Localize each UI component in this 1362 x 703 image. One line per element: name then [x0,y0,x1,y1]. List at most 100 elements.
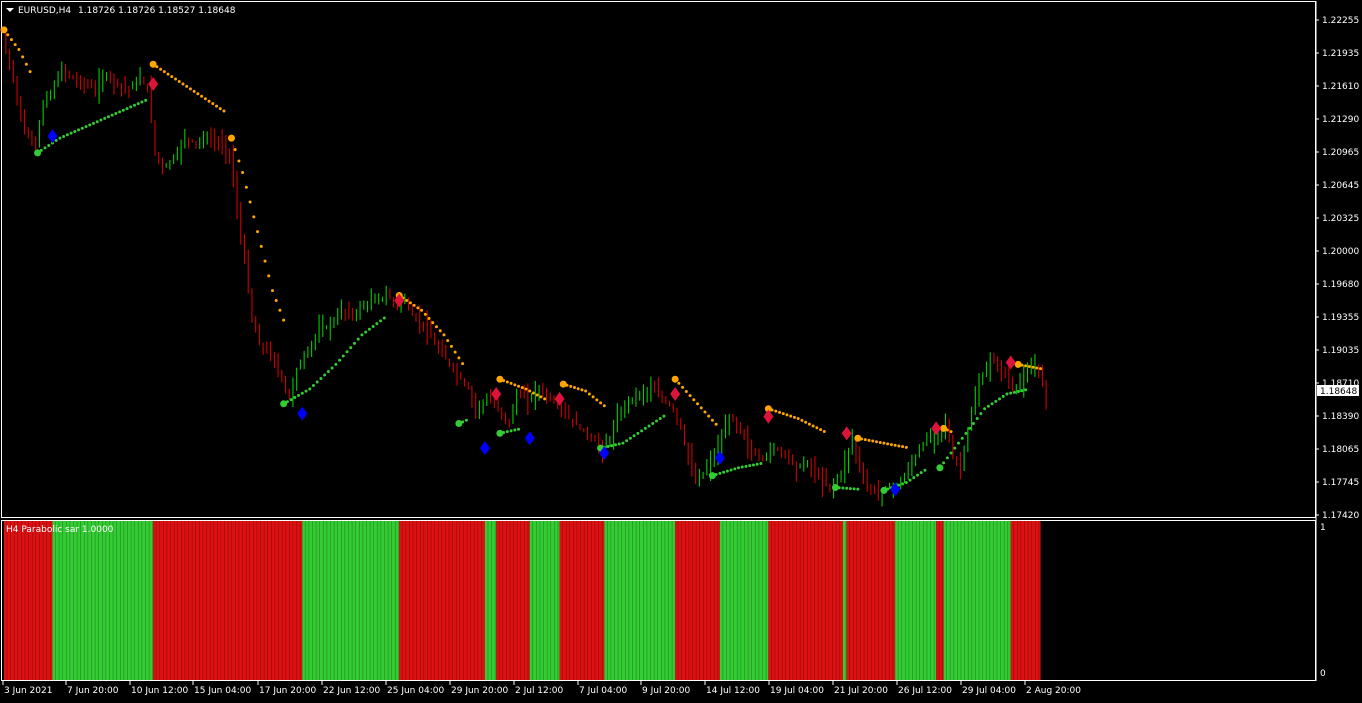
sar_down-dot [196,92,200,96]
sar_up-dot [983,407,987,411]
sar_down-dot [792,415,796,419]
x-tick-label: 10 Jun 12:00 [131,686,188,696]
sar_up-dot [912,476,916,480]
sar_up-dot [1005,392,1009,396]
x-tick-label: 9 Jul 20:00 [642,686,691,696]
sar_down-dot [703,410,707,414]
sar_down-dot [528,389,532,393]
sar_down-dot [457,356,461,360]
sar_up-dot [949,451,953,455]
sar_down-dot [796,417,800,421]
sar_down-dot [420,308,424,312]
y-tick-label: 1.17745 [1322,478,1359,488]
x-tick-label: 7 Jun 20:00 [67,686,119,696]
sar_down-dot [256,230,260,234]
x-tick-label: 2 Aug 20:00 [1026,686,1081,696]
sar_down-dot [811,424,815,428]
sar_up-dot [916,473,919,477]
sar_down-dot [416,306,420,310]
ohlc-values: 1.18726 1.18726 1.18527 1.18648 [78,6,236,16]
sell-signal-diamond [841,426,852,441]
sar_down-dot [159,67,163,71]
histogram-block-bull [719,521,769,680]
sar_down-dot [874,440,878,444]
sar_down-dot [203,97,207,101]
sar_down-dot [423,312,427,316]
sar_down-dot [17,48,21,52]
sar_down-dot [1016,362,1020,366]
sell-signal-diamond [1005,355,1016,370]
sar_down-dot [535,393,539,397]
sar_up-dot [975,417,979,421]
triangle-down-icon[interactable] [6,8,14,12]
sar_up-dot [994,399,998,403]
sar_down-dot [9,38,13,42]
sar_up-dot [725,469,729,473]
sar_down-dot [412,303,416,307]
sar_up-dot [833,485,837,489]
sar_up-dot [621,441,625,445]
histogram-block-bear [1010,521,1041,680]
sar_up-dot [364,330,368,334]
sar_down-dot [446,339,450,343]
sar_up-dot [1012,390,1016,394]
sar_up-dot [517,427,521,431]
histogram-block-bear [768,521,843,680]
sar_down-dot [714,422,718,426]
sar_down-dot [200,94,204,98]
sar_up-dot [282,402,286,406]
y-tick-label: 1.18390 [1322,412,1359,422]
sar_down-dot [1024,364,1028,368]
sar_down-dot [461,362,465,366]
sar_down-dot [282,318,286,322]
sar_up-dot [464,418,468,422]
sar_up-dot [919,471,923,475]
sar_down-dot [800,418,804,422]
sar_down-dot [789,414,793,418]
sar_down-dot [505,380,509,384]
sar_down-dot [274,298,278,302]
sar_up-dot [300,391,304,395]
indicator-scale-top: 1 [1320,523,1326,533]
sar_down-dot [155,65,159,69]
sar_down-dot [1039,367,1043,371]
sar_down-dot [1031,365,1035,369]
sar_up-dot [964,431,968,435]
sar_up-dot [65,133,69,137]
sar_up-dot [960,436,964,440]
sar_up-dot [957,441,961,445]
sar-histogram [4,521,1041,680]
buy-signal-diamond [297,406,308,421]
histogram-block-bull [895,521,937,680]
sar_up-dot [1001,394,1005,398]
sar_up-dot [43,146,47,150]
sar_up-dot [144,98,148,102]
sar_up-dot [315,380,319,384]
sar_up-dot [505,430,509,434]
sar_up-dot [106,115,110,119]
x-tick-label: 17 Jun 20:00 [259,686,316,696]
sar_down-dot [572,386,576,390]
sar_down-dot [602,404,606,408]
current-price-value: 1.18648 [1320,387,1357,397]
sar_down-dot [822,429,826,433]
chart-window[interactable]: 1.22255 1.21935 1.21610 1.21290 1.20965 1.206… [0,0,1362,700]
sar_down-dot [241,171,245,175]
sar_down-dot [13,43,17,47]
sar_up-dot [643,426,647,430]
sar_up-dot [651,421,655,425]
chart-canvas[interactable]: 1.22255 1.21935 1.21610 1.21290 1.20965 1.206… [0,0,1362,700]
sar_up-dot [136,102,140,106]
sar_up-dot [841,486,845,490]
sar_down-dot [270,289,274,293]
x-tick-label: 22 Jun 12:00 [323,686,380,696]
sar_up-dot [848,487,852,491]
sar_down-dot [263,259,267,263]
y-tick-label: 1.19355 [1322,313,1359,323]
sar_down-dot [427,317,431,321]
sar_up-dot [606,444,610,448]
sar_up-dot [509,429,513,433]
sar_down-dot [174,77,178,81]
sell-signal-diamond [554,391,565,406]
sar_up-dot [91,121,95,125]
